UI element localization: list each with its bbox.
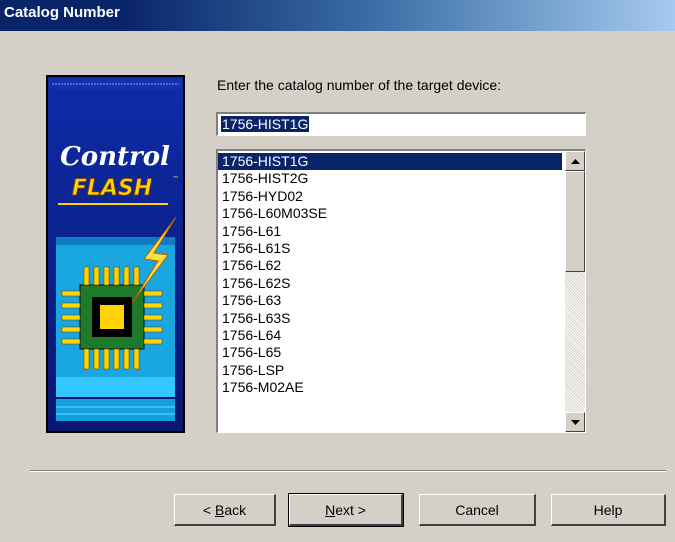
arrow-down-icon bbox=[570, 419, 580, 425]
list-item[interactable]: 1756-LSP bbox=[218, 362, 562, 379]
back-button[interactable]: < Back bbox=[174, 494, 276, 526]
arrow-up-icon bbox=[570, 158, 580, 164]
list-item[interactable]: 1756-L61S bbox=[218, 240, 562, 257]
catalog-number-input-value: 1756-HIST1G bbox=[221, 116, 310, 132]
next-button[interactable]: Next > bbox=[288, 493, 404, 527]
button-separator bbox=[30, 470, 666, 472]
scroll-up-button[interactable] bbox=[565, 151, 585, 171]
list-item[interactable]: 1756-L63 bbox=[218, 292, 562, 309]
catalog-list-items: 1756-HIST1G 1756-HIST2G 1756-HYD02 1756-L60… bbox=[218, 153, 562, 396]
catalog-number-prompt: Enter the catalog number of the target d… bbox=[217, 77, 502, 93]
scroll-thumb[interactable] bbox=[565, 171, 585, 272]
list-item[interactable]: 1756-HIST2G bbox=[218, 170, 562, 187]
list-item[interactable]: 1756-L62S bbox=[218, 275, 562, 292]
list-item[interactable]: 1756-L65 bbox=[218, 344, 562, 361]
list-item[interactable]: 1756-M02AE bbox=[218, 379, 562, 396]
list-item[interactable]: 1756-HIST1G bbox=[218, 153, 562, 171]
list-item[interactable]: 1756-L64 bbox=[218, 327, 562, 344]
catalog-number-input[interactable]: 1756-HIST1G bbox=[216, 112, 586, 136]
list-item[interactable]: 1756-L63S bbox=[218, 310, 562, 327]
svg-text:™: ™ bbox=[172, 175, 179, 183]
list-item[interactable]: 1756-L61 bbox=[218, 223, 562, 240]
list-item[interactable]: 1756-L62 bbox=[218, 257, 562, 274]
list-item[interactable]: 1756-HYD02 bbox=[218, 188, 562, 205]
help-button[interactable]: Help bbox=[551, 494, 666, 526]
list-vertical-scrollbar[interactable] bbox=[565, 151, 585, 432]
controlflash-logo-graphic: Control FLASH ™ bbox=[48, 77, 183, 431]
logo-text-flash: FLASH bbox=[72, 176, 152, 201]
list-item[interactable]: 1756-L60M03SE bbox=[218, 205, 562, 222]
title-bar: Catalog Number bbox=[0, 0, 675, 31]
logo-text-control: Control bbox=[60, 142, 170, 172]
window-title: Catalog Number bbox=[4, 4, 120, 21]
cancel-button[interactable]: Cancel bbox=[419, 494, 536, 526]
scroll-down-button[interactable] bbox=[565, 412, 585, 432]
controlflash-logo: Control FLASH ™ bbox=[46, 75, 185, 433]
catalog-number-list[interactable]: 1756-HIST1G 1756-HIST2G 1756-HYD02 1756-L60… bbox=[216, 149, 586, 433]
